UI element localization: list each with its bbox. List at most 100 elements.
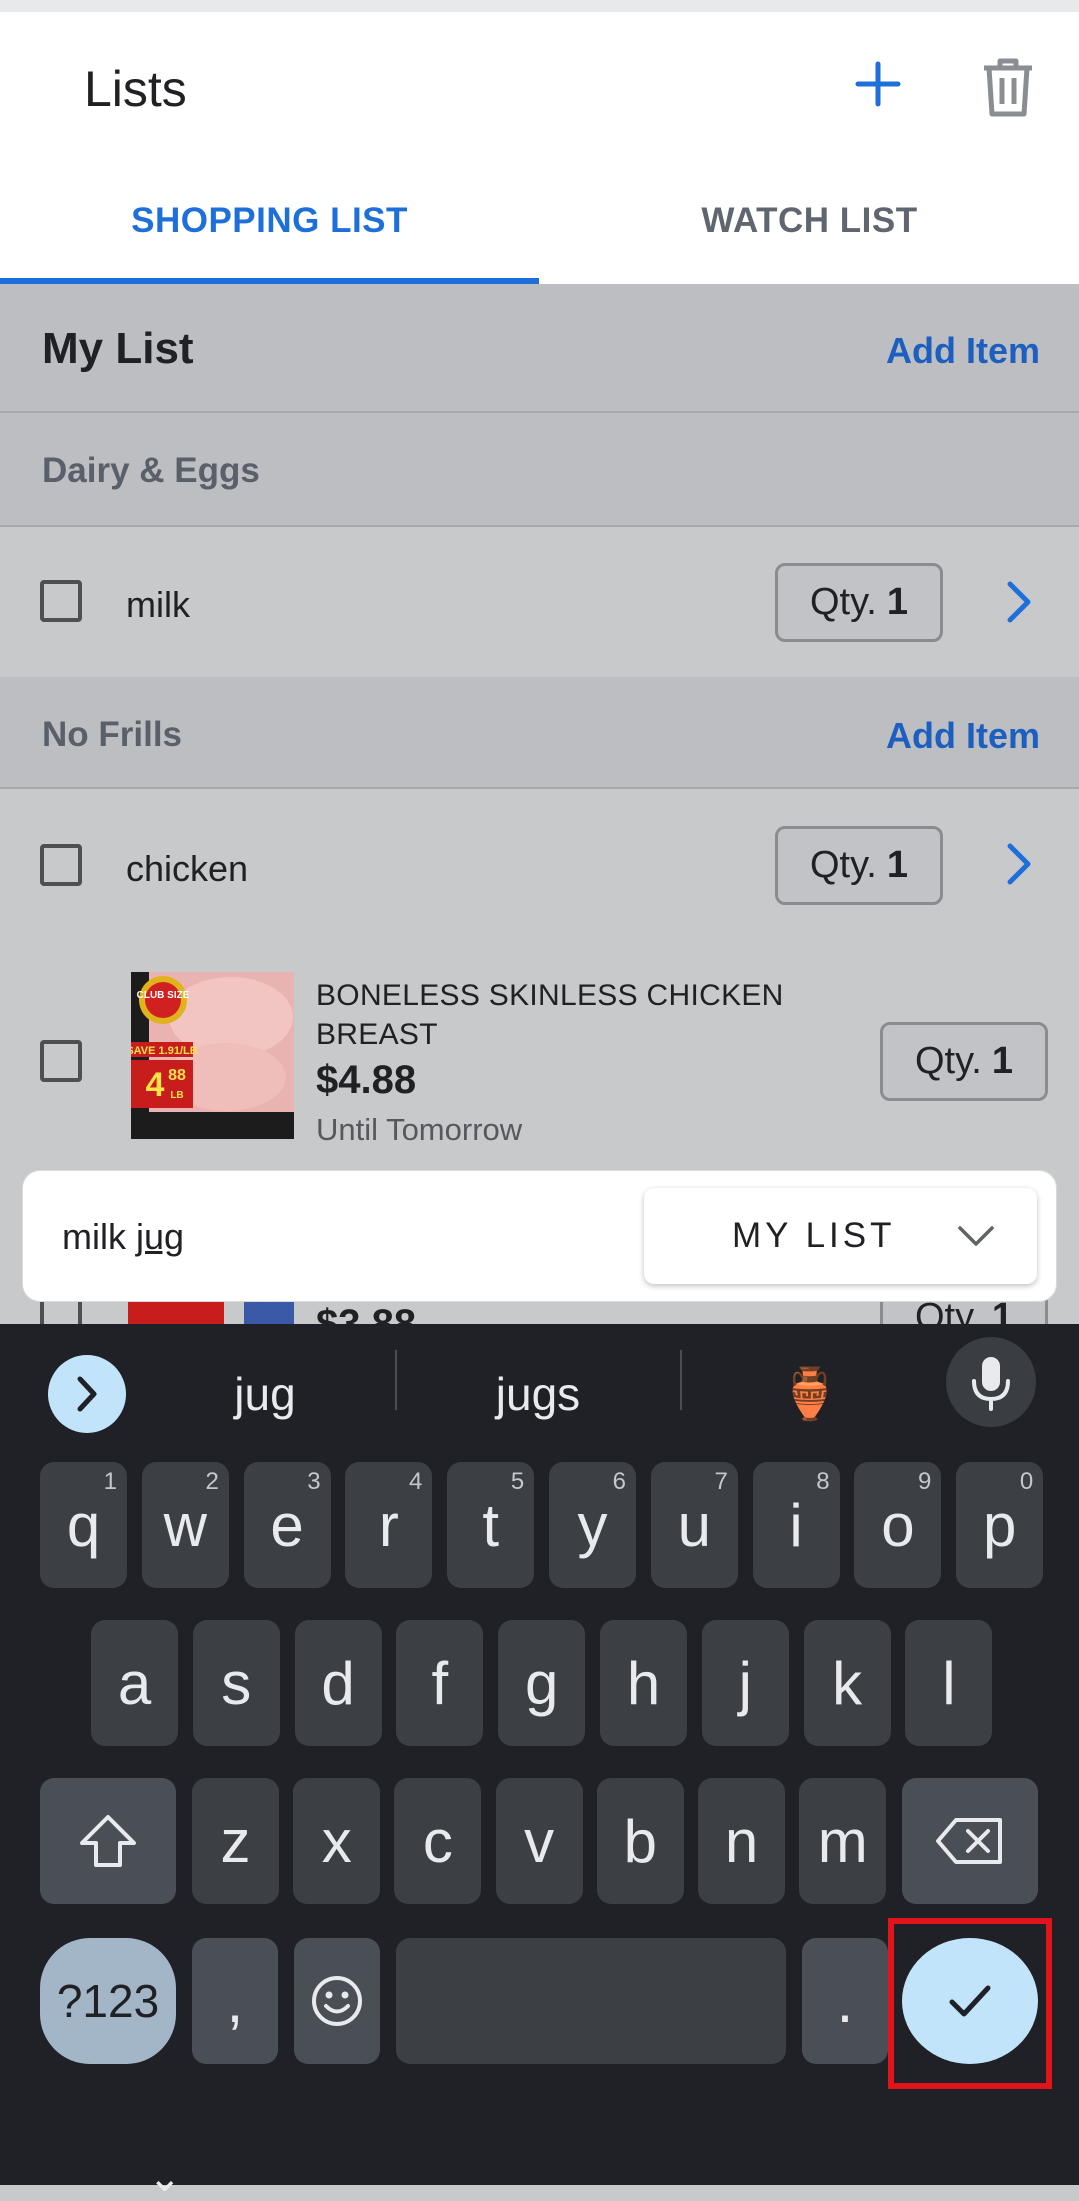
quantity-button[interactable]: Qty. 1 bbox=[775, 826, 943, 905]
group-title: No Frills bbox=[42, 715, 183, 754]
key-c[interactable]: c bbox=[394, 1778, 482, 1904]
period-key[interactable]: . bbox=[802, 1938, 888, 2064]
shift-key[interactable] bbox=[40, 1778, 176, 1904]
key-v[interactable]: v bbox=[495, 1778, 583, 1904]
item-input[interactable]: milk jug bbox=[62, 1216, 184, 1258]
key-b[interactable]: b bbox=[596, 1778, 684, 1904]
svg-text:CLUB SIZE: CLUB SIZE bbox=[137, 990, 190, 1001]
microphone-icon bbox=[972, 1357, 1010, 1411]
key-label: o bbox=[881, 1491, 915, 1559]
key-label: r bbox=[378, 1491, 399, 1559]
tab-watch-list[interactable]: WATCH LIST bbox=[540, 157, 1079, 284]
key-r[interactable]: r4 bbox=[345, 1462, 433, 1588]
add-item-button[interactable]: Add Item bbox=[886, 330, 1040, 372]
page-title: Lists bbox=[84, 61, 187, 117]
key-z[interactable]: z bbox=[192, 1778, 279, 1904]
key-y[interactable]: y6 bbox=[549, 1462, 636, 1588]
comma-key[interactable]: , bbox=[192, 1938, 278, 2064]
key-f[interactable]: f bbox=[396, 1620, 484, 1746]
add-item-button[interactable]: Add Item bbox=[886, 715, 1040, 757]
key-label: n bbox=[724, 1807, 759, 1875]
key-label: l bbox=[942, 1649, 956, 1717]
suggestion-divider bbox=[395, 1350, 397, 1410]
item-checkbox[interactable] bbox=[40, 580, 82, 622]
chevron-right-icon[interactable] bbox=[1004, 840, 1034, 888]
key-h[interactable]: h bbox=[600, 1620, 687, 1746]
key-a[interactable]: a bbox=[91, 1620, 178, 1746]
product-name: BONELESS SKINLESS CHICKEN BREAST bbox=[316, 979, 784, 1051]
key-d[interactable]: d bbox=[294, 1620, 382, 1746]
svg-text:88: 88 bbox=[168, 1067, 186, 1084]
suggestion-divider bbox=[680, 1350, 682, 1410]
trash-icon[interactable] bbox=[980, 56, 1036, 118]
key-hint: 9 bbox=[918, 1468, 932, 1495]
list-title: My List bbox=[42, 324, 194, 373]
quantity-button[interactable]: Qty. 1 bbox=[775, 563, 943, 642]
key-n[interactable]: n bbox=[698, 1778, 785, 1904]
key-label: k bbox=[832, 1649, 863, 1717]
key-label: g bbox=[525, 1649, 559, 1717]
product-price: $3.88 bbox=[316, 1302, 417, 1325]
product-validity: Until Tomorrow bbox=[316, 1112, 523, 1147]
space-key[interactable] bbox=[396, 1938, 786, 2064]
key-g[interactable]: g bbox=[498, 1620, 586, 1746]
key-l[interactable]: l bbox=[905, 1620, 993, 1746]
key-hint: 8 bbox=[816, 1468, 830, 1495]
target-highlight bbox=[888, 1918, 1052, 2089]
chevron-right-icon[interactable] bbox=[1004, 578, 1034, 626]
key-label: i bbox=[789, 1491, 803, 1559]
key-o[interactable]: o9 bbox=[854, 1462, 942, 1588]
key-label: y bbox=[577, 1491, 608, 1559]
key-s[interactable]: s bbox=[192, 1620, 280, 1746]
plus-icon[interactable] bbox=[850, 56, 906, 112]
svg-text:SAVE 1.91/LB: SAVE 1.91/LB bbox=[131, 1045, 198, 1057]
key-e[interactable]: e3 bbox=[243, 1462, 331, 1588]
chicken-breast-image: CLUB SIZE SAVE 1.91/LB 4 88 LB bbox=[131, 972, 294, 1139]
key-t[interactable]: t5 bbox=[447, 1462, 535, 1588]
key-hint: 6 bbox=[612, 1468, 626, 1495]
key-hint: 2 bbox=[205, 1468, 219, 1495]
key-j[interactable]: j bbox=[701, 1620, 789, 1746]
product-checkbox[interactable] bbox=[40, 1040, 82, 1082]
key-m[interactable]: m bbox=[799, 1778, 887, 1904]
key-label: h bbox=[626, 1649, 661, 1717]
suggestion-2[interactable]: jugs bbox=[438, 1355, 638, 1433]
key-hint: 7 bbox=[714, 1468, 728, 1495]
key-i[interactable]: i8 bbox=[752, 1462, 840, 1588]
key-label: u bbox=[677, 1491, 711, 1559]
item-checkbox[interactable] bbox=[40, 844, 82, 886]
key-label: q bbox=[66, 1491, 101, 1559]
key-k[interactable]: k bbox=[803, 1620, 891, 1746]
group-title: Dairy & Eggs bbox=[42, 451, 260, 490]
key-hint: 0 bbox=[1019, 1468, 1034, 1495]
svg-text:LB: LB bbox=[170, 1090, 183, 1101]
key-label: e bbox=[270, 1491, 304, 1559]
key-q[interactable]: q1 bbox=[40, 1462, 127, 1588]
microphone-button[interactable] bbox=[946, 1337, 1036, 1427]
backspace-key[interactable] bbox=[902, 1778, 1038, 1904]
suggestion-1[interactable]: jug bbox=[165, 1355, 365, 1433]
key-label: j bbox=[738, 1649, 752, 1717]
tab-shopping-list[interactable]: SHOPPING LIST bbox=[0, 157, 539, 284]
hide-keyboard-icon[interactable]: ⌄ bbox=[148, 2155, 182, 2201]
product-checkbox[interactable] bbox=[40, 1298, 82, 1325]
key-u[interactable]: u7 bbox=[650, 1462, 738, 1588]
key-label: v bbox=[524, 1807, 555, 1875]
key-x[interactable]: x bbox=[293, 1778, 381, 1904]
shift-icon bbox=[80, 1815, 136, 1867]
key-label: b bbox=[623, 1807, 657, 1875]
smiley-icon bbox=[312, 1976, 362, 2026]
key-w[interactable]: w2 bbox=[141, 1462, 229, 1588]
key-label: x bbox=[321, 1807, 352, 1875]
suggestion-emoji[interactable]: 🏺 bbox=[710, 1355, 910, 1433]
list-selector-dropdown[interactable]: MY LIST bbox=[644, 1188, 1037, 1284]
key-label: a bbox=[117, 1649, 152, 1717]
key-hint: 5 bbox=[510, 1468, 525, 1495]
key-p[interactable]: p0 bbox=[956, 1462, 1044, 1588]
tab-bar: SHOPPING LIST WATCH LIST bbox=[0, 157, 1079, 284]
key-hint: 1 bbox=[103, 1468, 117, 1495]
expand-toolbar-button[interactable] bbox=[48, 1355, 126, 1433]
emoji-key[interactable] bbox=[294, 1938, 380, 2064]
symbols-key[interactable]: ?123 bbox=[40, 1938, 176, 2064]
quantity-button[interactable]: Qty. 1 bbox=[880, 1022, 1048, 1101]
